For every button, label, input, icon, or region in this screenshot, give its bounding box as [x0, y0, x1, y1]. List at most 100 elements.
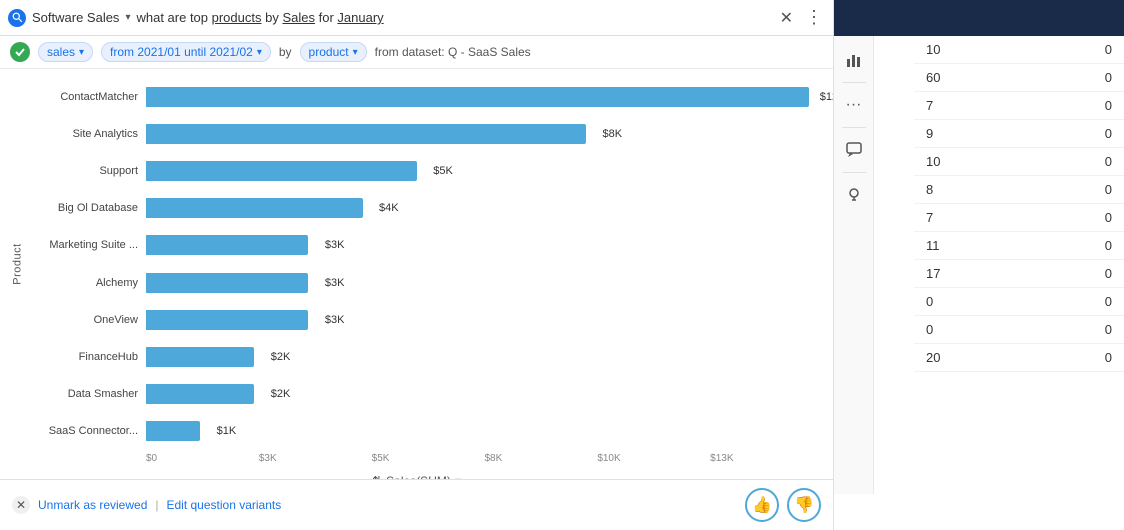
table-cell-col1: 8 [914, 176, 1030, 204]
bar-label: Big Ol Database [26, 202, 146, 214]
right-icon-bar: ··· [834, 36, 874, 494]
table-cell-col1: 17 [914, 260, 1030, 288]
bar-fill: $3K [146, 310, 308, 330]
bar-fill: $5K [146, 161, 417, 181]
x-tick: $5K [372, 453, 485, 464]
bar-track: $4K [146, 198, 823, 218]
bar-label: SaaS Connector... [26, 425, 146, 437]
table-cell-col2: 0 [1030, 316, 1124, 344]
filter-date-pill[interactable]: from 2021/01 until 2021/02 ▾ [101, 42, 271, 62]
sort-label[interactable]: ⇅ Sales(SUM) ▾ [10, 468, 823, 479]
bar-value: $8K [602, 128, 622, 140]
table-cell-col1: 7 [914, 92, 1030, 120]
filter-product-pill[interactable]: product ▾ [300, 42, 367, 62]
bar-label: FinanceHub [26, 351, 146, 363]
bottom-bar: ✕ Unmark as reviewed | Edit question var… [0, 479, 833, 530]
table-row: 70 [914, 204, 1124, 232]
y-axis-label: Product [12, 243, 24, 284]
bar-value: $4K [379, 202, 399, 214]
table-cell-col2: 0 [1030, 64, 1124, 92]
search-query[interactable]: what are top products by Sales for Janua… [136, 10, 769, 25]
table-cell-col1: 9 [914, 120, 1030, 148]
chart-panel: Software Sales ▾ what are top products b… [0, 0, 834, 530]
bar-value: $2K [271, 351, 291, 363]
table-row: 200 [914, 344, 1124, 372]
bar-fill: $4K [146, 198, 363, 218]
x-tick: $8K [484, 453, 597, 464]
bar-label: Marketing Suite ... [26, 239, 146, 251]
bar-row: Alchemy$3K [26, 269, 823, 297]
lightbulb-icon[interactable] [838, 179, 870, 211]
check-icon [10, 42, 30, 62]
bar-value: $3K [325, 314, 345, 326]
bar-row: OneView$3K [26, 306, 823, 334]
table-cell-col2: 0 [1030, 120, 1124, 148]
bar-track: $8K [146, 124, 823, 144]
table-row: 100 [914, 36, 1124, 64]
right-top-bar [834, 0, 1124, 36]
bar-track: $3K [146, 310, 823, 330]
bar-label: Alchemy [26, 277, 146, 289]
thumbs-down-button[interactable]: 👎 [787, 488, 821, 522]
table-row: 110 [914, 232, 1124, 260]
icon-separator-3 [842, 172, 866, 173]
table-cell-col2: 0 [1030, 148, 1124, 176]
x-tick: $0 [146, 453, 259, 464]
bar-fill: $2K [146, 384, 254, 404]
bar-fill: $1K [146, 421, 200, 441]
bar-value: $2K [271, 388, 291, 400]
x-tick: $3K [259, 453, 372, 464]
bar-row: Data Smasher$2K [26, 380, 823, 408]
bar-value: $5K [433, 165, 453, 177]
search-close-icon[interactable]: ✕ [776, 8, 797, 28]
thumbs-up-button[interactable]: 👍 [745, 488, 779, 522]
bar-fill: $3K [146, 235, 308, 255]
filter-sales-pill[interactable]: sales ▾ [38, 42, 93, 62]
bar-fill: $3K [146, 273, 308, 293]
table-cell-col1: 10 [914, 148, 1030, 176]
app-logo [8, 9, 26, 27]
bar-fill: $8K [146, 124, 586, 144]
table-row: 600 [914, 64, 1124, 92]
table-cell-col2: 0 [1030, 204, 1124, 232]
bar-label: Site Analytics [26, 128, 146, 140]
right-data-table: 100600709010080701101700000200 [914, 36, 1124, 372]
filter-by-text: by [279, 45, 292, 59]
edit-variants-link[interactable]: Edit question variants [167, 498, 282, 512]
table-cell-col1: 0 [914, 288, 1030, 316]
y-axis: Product [10, 79, 26, 449]
chart-container: Product ContactMatcher$12K Site Analytics… [0, 69, 833, 479]
bar-row: Marketing Suite ...$3K [26, 231, 823, 259]
app-dropdown-arrow[interactable]: ▾ [125, 12, 130, 23]
bar-track: $3K [146, 273, 823, 293]
bar-chart-icon[interactable] [838, 44, 870, 76]
table-row: 100 [914, 148, 1124, 176]
comment-icon[interactable] [838, 134, 870, 166]
table-cell-col1: 0 [914, 316, 1030, 344]
bar-label: OneView [26, 314, 146, 326]
table-row: 00 [914, 316, 1124, 344]
bar-value: $1K [217, 425, 237, 437]
table-cell-col1: 11 [914, 232, 1030, 260]
bar-label: ContactMatcher [26, 91, 146, 103]
bar-value: $3K [325, 239, 345, 251]
unmark-close-icon[interactable]: ✕ [12, 496, 30, 514]
bar-label: Data Smasher [26, 388, 146, 400]
bar-fill: $12K [146, 87, 809, 107]
x-tick: $10K [597, 453, 710, 464]
table-row: 90 [914, 120, 1124, 148]
unmark-link[interactable]: Unmark as reviewed [38, 498, 147, 512]
table-cell-col1: 7 [914, 204, 1030, 232]
bar-row: FinanceHub $2K [26, 343, 823, 371]
search-bar: Software Sales ▾ what are top products b… [0, 0, 833, 36]
app-name: Software Sales [32, 10, 119, 25]
table-cell-col2: 0 [1030, 36, 1124, 64]
table-row: 70 [914, 92, 1124, 120]
table-cell-col1: 20 [914, 344, 1030, 372]
search-more-icon[interactable]: ⋮ [803, 7, 825, 28]
table-row: 170 [914, 260, 1124, 288]
bar-track: $2K [146, 347, 823, 367]
more-icon[interactable]: ··· [838, 89, 870, 121]
chart-body: ContactMatcher$12KSite Analytics$8KSuppo… [26, 79, 823, 449]
right-data-table-container: 100600709010080701101700000200 [914, 36, 1124, 530]
